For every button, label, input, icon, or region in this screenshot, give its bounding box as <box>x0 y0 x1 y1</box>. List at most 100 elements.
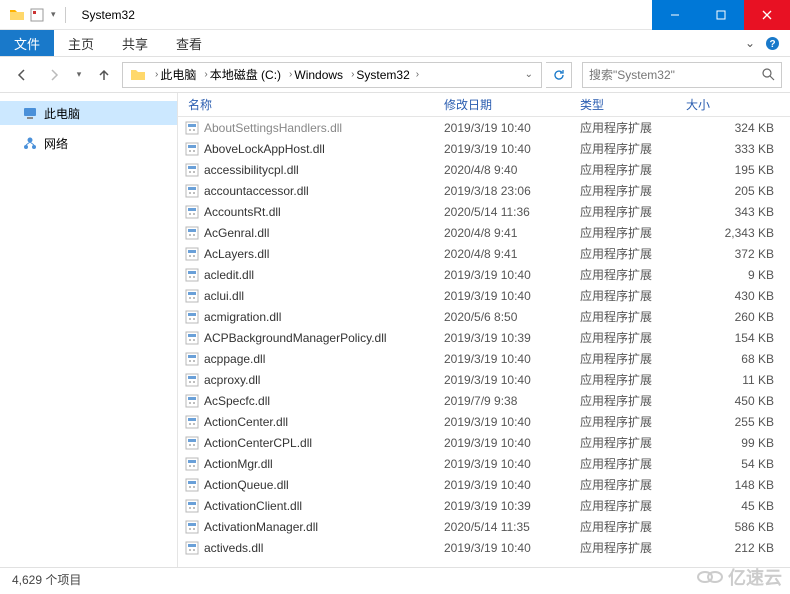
dll-icon <box>184 477 200 493</box>
file-name: ActionCenterCPL.dll <box>204 436 312 450</box>
dll-icon <box>184 204 200 220</box>
address-dropdown-icon[interactable]: ⌄ <box>519 69 539 80</box>
file-size: 45 KB <box>678 499 790 513</box>
file-name: acmigration.dll <box>204 310 281 324</box>
tab-view[interactable]: 查看 <box>162 30 216 56</box>
file-row[interactable]: ActionCenterCPL.dll2019/3/19 10:40应用程序扩展… <box>178 432 790 453</box>
file-type: 应用程序扩展 <box>580 182 678 199</box>
file-type: 应用程序扩展 <box>580 497 678 514</box>
sidebar-label: 此电脑 <box>44 105 80 122</box>
file-name: ActionMgr.dll <box>204 457 273 471</box>
file-row[interactable]: ACPBackgroundManagerPolicy.dll2019/3/19 … <box>178 327 790 348</box>
file-row[interactable]: acproxy.dll2019/3/19 10:40应用程序扩展11 KB <box>178 369 790 390</box>
breadcrumb-segment[interactable]: ›此电脑 <box>151 66 200 83</box>
file-row[interactable]: accountaccessor.dll2019/3/18 23:06应用程序扩展… <box>178 180 790 201</box>
sidebar-label: 网络 <box>44 135 68 152</box>
file-row[interactable]: accessibilitycpl.dll2020/4/8 9:40应用程序扩展1… <box>178 159 790 180</box>
file-row[interactable]: AboutSettingsHandlers.dll2019/3/19 10:40… <box>178 117 790 138</box>
file-size: 68 KB <box>678 352 790 366</box>
file-row[interactable]: ActionCenter.dll2019/3/19 10:40应用程序扩展255… <box>178 411 790 432</box>
file-row[interactable]: AcSpecfc.dll2019/7/9 9:38应用程序扩展450 KB <box>178 390 790 411</box>
minimize-button[interactable] <box>652 0 698 30</box>
file-date: 2019/3/19 10:40 <box>444 415 580 429</box>
history-dropdown-icon[interactable]: ▾ <box>72 61 86 89</box>
file-name: ActionQueue.dll <box>204 478 289 492</box>
file-size: 11 KB <box>678 373 790 387</box>
sidebar-item-this-pc[interactable]: 此电脑 <box>0 101 177 125</box>
refresh-button[interactable] <box>546 62 572 88</box>
file-date: 2019/3/19 10:40 <box>444 289 580 303</box>
window-title: System32 <box>82 8 135 22</box>
file-name: accountaccessor.dll <box>204 184 309 198</box>
dll-icon <box>184 267 200 283</box>
back-button[interactable] <box>8 61 36 89</box>
dll-icon <box>184 540 200 556</box>
file-name: AcGenral.dll <box>204 226 269 240</box>
qat-properties-icon[interactable] <box>28 6 46 24</box>
column-header-name[interactable]: 名称 <box>184 96 444 113</box>
ribbon-expand-icon[interactable]: ⌄ <box>745 36 755 50</box>
dll-icon <box>184 288 200 304</box>
up-button[interactable] <box>90 61 118 89</box>
file-row[interactable]: acmigration.dll2020/5/6 8:50应用程序扩展260 KB <box>178 306 790 327</box>
tab-home[interactable]: 主页 <box>54 30 108 56</box>
file-row[interactable]: ActivationClient.dll2019/3/19 10:39应用程序扩… <box>178 495 790 516</box>
file-row[interactable]: ActivationManager.dll2020/5/14 11:35应用程序… <box>178 516 790 537</box>
file-row[interactable]: AccountsRt.dll2020/5/14 11:36应用程序扩展343 K… <box>178 201 790 222</box>
file-type: 应用程序扩展 <box>580 434 678 451</box>
dll-icon <box>184 414 200 430</box>
dll-icon <box>184 141 200 157</box>
file-row[interactable]: aclui.dll2019/3/19 10:40应用程序扩展430 KB <box>178 285 790 306</box>
file-row[interactable]: ActionMgr.dll2019/3/19 10:40应用程序扩展54 KB <box>178 453 790 474</box>
breadcrumb-segment[interactable]: ›System32› <box>347 68 423 82</box>
file-type: 应用程序扩展 <box>580 203 678 220</box>
file-date: 2020/4/8 9:40 <box>444 163 580 177</box>
file-name: acppage.dll <box>204 352 265 366</box>
file-row[interactable]: AcGenral.dll2020/4/8 9:41应用程序扩展2,343 KB <box>178 222 790 243</box>
search-placeholder: 搜索"System32" <box>589 66 675 83</box>
file-type: 应用程序扩展 <box>580 476 678 493</box>
file-pane: 名称 修改日期 类型 大小 AboutSettingsHandlers.dll2… <box>178 93 790 567</box>
file-row[interactable]: acledit.dll2019/3/19 10:40应用程序扩展9 KB <box>178 264 790 285</box>
dll-icon <box>184 519 200 535</box>
breadcrumb-label: 此电脑 <box>160 66 196 83</box>
qat-dropdown-icon[interactable]: ▾ <box>48 9 59 20</box>
address-bar[interactable]: ›此电脑 ›本地磁盘 (C:) ›Windows ›System32› ⌄ <box>122 62 542 88</box>
maximize-button[interactable] <box>698 0 744 30</box>
column-header-type[interactable]: 类型 <box>580 96 678 113</box>
file-row[interactable]: acppage.dll2019/3/19 10:40应用程序扩展68 KB <box>178 348 790 369</box>
column-header-date[interactable]: 修改日期 <box>444 96 580 113</box>
file-type: 应用程序扩展 <box>580 245 678 262</box>
tab-share[interactable]: 共享 <box>108 30 162 56</box>
file-row[interactable]: activeds.dll2019/3/19 10:40应用程序扩展212 KB <box>178 537 790 558</box>
file-date: 2020/5/14 11:36 <box>444 205 580 219</box>
close-button[interactable] <box>744 0 790 30</box>
file-row[interactable]: AcLayers.dll2020/4/8 9:41应用程序扩展372 KB <box>178 243 790 264</box>
breadcrumb-segment[interactable]: ›本地磁盘 (C:) <box>200 66 285 83</box>
file-name: ActivationManager.dll <box>204 520 318 534</box>
tab-file[interactable]: 文件 <box>0 30 54 56</box>
search-box[interactable]: 搜索"System32" <box>582 62 782 88</box>
breadcrumb-label: System32 <box>356 68 409 82</box>
folder-icon <box>8 6 26 24</box>
file-size: 260 KB <box>678 310 790 324</box>
address-folder-icon <box>129 67 147 83</box>
file-type: 应用程序扩展 <box>580 329 678 346</box>
file-row[interactable]: ActionQueue.dll2019/3/19 10:40应用程序扩展148 … <box>178 474 790 495</box>
file-date: 2019/3/19 10:40 <box>444 457 580 471</box>
breadcrumb-label: 本地磁盘 (C:) <box>210 66 281 83</box>
sidebar-item-network[interactable]: 网络 <box>0 131 177 155</box>
forward-button[interactable] <box>40 61 68 89</box>
breadcrumb-segment[interactable]: ›Windows <box>285 68 347 82</box>
dll-icon <box>184 246 200 262</box>
file-size: 9 KB <box>678 268 790 282</box>
file-list[interactable]: AboutSettingsHandlers.dll2019/3/19 10:40… <box>178 117 790 567</box>
help-icon[interactable]: ? <box>765 36 780 51</box>
svg-text:?: ? <box>769 39 775 50</box>
file-row[interactable]: AboveLockAppHost.dll2019/3/19 10:40应用程序扩… <box>178 138 790 159</box>
pc-icon <box>22 105 38 121</box>
navigation-pane: 此电脑 网络 <box>0 93 178 567</box>
file-name: AcLayers.dll <box>204 247 269 261</box>
navigation-bar: ▾ ›此电脑 ›本地磁盘 (C:) ›Windows ›System32› ⌄ … <box>0 57 790 93</box>
column-header-size[interactable]: 大小 <box>678 96 790 113</box>
